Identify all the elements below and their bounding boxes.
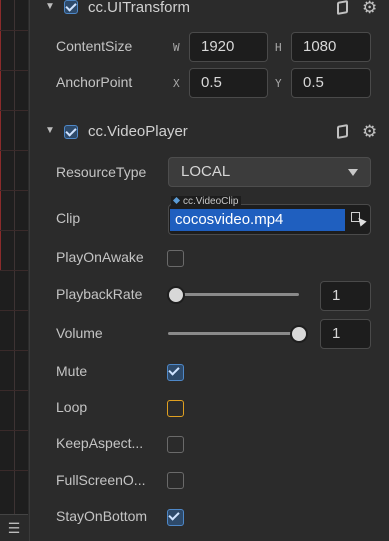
- clip-label: Clip: [56, 210, 81, 226]
- volume-label: Volume: [56, 325, 103, 341]
- book-icon[interactable]: [337, 124, 348, 139]
- uitransform-title: cc.UITransform: [88, 0, 190, 16]
- chevron-down-icon[interactable]: ▼: [45, 125, 55, 136]
- width-input[interactable]: 1920: [189, 32, 268, 62]
- playback-rate-slider-thumb[interactable]: [167, 286, 185, 304]
- full-screen-checkbox[interactable]: [167, 472, 184, 489]
- asset-type-icon: [172, 196, 181, 205]
- playback-rate-label: PlaybackRate: [56, 286, 143, 302]
- height-tag: H: [275, 41, 282, 54]
- clip-asset-type: cc.VideoClip: [171, 196, 242, 208]
- loop-label: Loop: [56, 399, 88, 415]
- anchor-x-tag: X: [173, 77, 180, 90]
- uitransform-enabled-checkbox[interactable]: [64, 0, 78, 14]
- volume-slider[interactable]: [168, 332, 299, 335]
- volume-slider-thumb[interactable]: [290, 325, 308, 343]
- videoplayer-enabled-checkbox[interactable]: [64, 125, 78, 139]
- clip-asset-value[interactable]: cocosvideo.mp4: [170, 209, 345, 231]
- stay-on-bottom-checkbox[interactable]: [167, 509, 184, 526]
- scene-view-edge: [0, 0, 28, 541]
- play-on-awake-checkbox[interactable]: [167, 250, 184, 267]
- book-icon[interactable]: [337, 0, 348, 15]
- keep-aspect-label: KeepAspect...: [56, 435, 144, 451]
- full-screen-label: FullScreenO...: [56, 472, 146, 488]
- resource-type-select[interactable]: LOCAL: [168, 157, 371, 187]
- resource-type-label: ResourceType: [56, 164, 147, 180]
- anchor-y-input[interactable]: 0.5: [291, 68, 371, 98]
- playback-rate-input[interactable]: 1: [320, 281, 371, 311]
- chevron-down-icon: [348, 169, 358, 176]
- volume-input[interactable]: 1: [320, 319, 371, 349]
- width-tag: W: [173, 41, 180, 54]
- anchor-point-label: AnchorPoint: [56, 74, 133, 90]
- videoplayer-title: cc.VideoPlayer: [88, 123, 188, 140]
- uitransform-header[interactable]: ▼ cc.UITransform ⚙: [30, 0, 389, 22]
- asset-locate-icon[interactable]: [350, 210, 367, 227]
- resource-type-value: LOCAL: [181, 163, 231, 180]
- inspector-panel: ▼ cc.UITransform ⚙ ContentSize W 1920 H …: [29, 0, 389, 541]
- mute-label: Mute: [56, 363, 88, 379]
- anchor-y-tag: Y: [275, 77, 282, 90]
- height-input[interactable]: 1080: [291, 32, 371, 62]
- content-size-label: ContentSize: [56, 38, 133, 54]
- playback-rate-slider[interactable]: [176, 293, 299, 296]
- keep-aspect-checkbox[interactable]: [167, 436, 184, 453]
- chevron-down-icon[interactable]: ▼: [45, 1, 55, 12]
- loop-checkbox[interactable]: [167, 400, 184, 417]
- play-on-awake-label: PlayOnAwake: [56, 249, 144, 265]
- menu-icon[interactable]: ☰: [0, 514, 28, 541]
- gear-icon[interactable]: ⚙: [362, 0, 377, 18]
- videoplayer-header[interactable]: ▼ cc.VideoPlayer ⚙: [30, 118, 389, 146]
- stay-on-bottom-label: StayOnBottom: [56, 508, 148, 524]
- gear-icon[interactable]: ⚙: [362, 122, 377, 142]
- anchor-x-input[interactable]: 0.5: [189, 68, 268, 98]
- mute-checkbox[interactable]: [167, 364, 184, 381]
